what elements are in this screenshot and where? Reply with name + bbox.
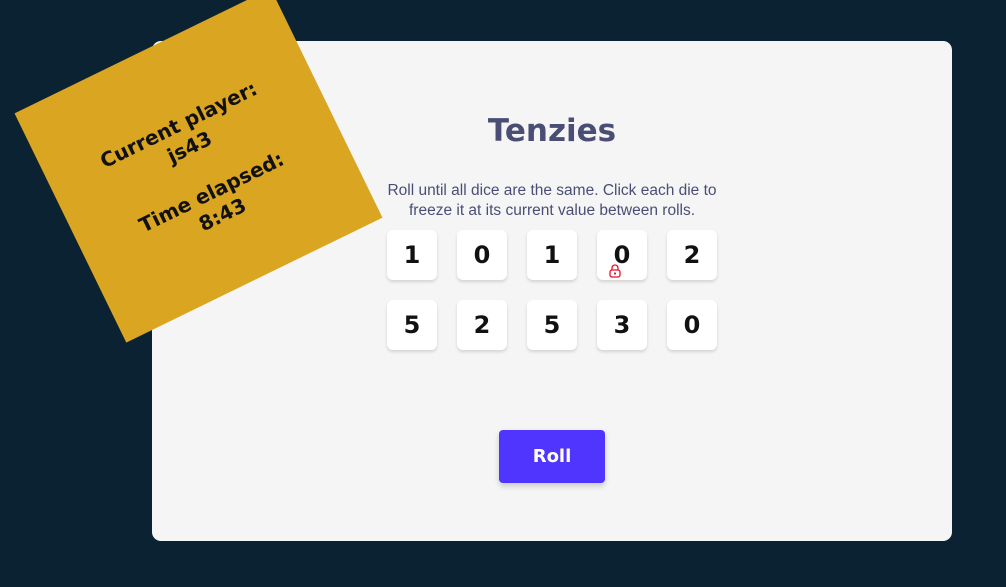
die-value: 2: [683, 241, 701, 269]
die-value: 0: [473, 241, 491, 269]
die-10[interactable]: 0: [667, 300, 717, 350]
die-8[interactable]: 5: [527, 300, 577, 350]
die-3[interactable]: 1: [527, 230, 577, 280]
die-4-held[interactable]: 0: [597, 230, 647, 280]
die-value: 2: [473, 311, 491, 339]
die-7[interactable]: 2: [457, 300, 507, 350]
die-5[interactable]: 2: [667, 230, 717, 280]
instructions-text: Roll until all dice are the same. Click …: [387, 182, 717, 219]
lock-icon: [609, 264, 621, 278]
die-1[interactable]: 1: [387, 230, 437, 280]
roll-button[interactable]: Roll: [499, 430, 605, 483]
die-9[interactable]: 3: [597, 300, 647, 350]
die-6[interactable]: 5: [387, 300, 437, 350]
die-value: 1: [403, 241, 421, 269]
die-value: 0: [683, 311, 701, 339]
die-value: 5: [543, 311, 561, 339]
die-value: 1: [543, 241, 561, 269]
die-2[interactable]: 0: [457, 230, 507, 280]
die-value: 5: [403, 311, 421, 339]
die-value: 3: [613, 311, 631, 339]
